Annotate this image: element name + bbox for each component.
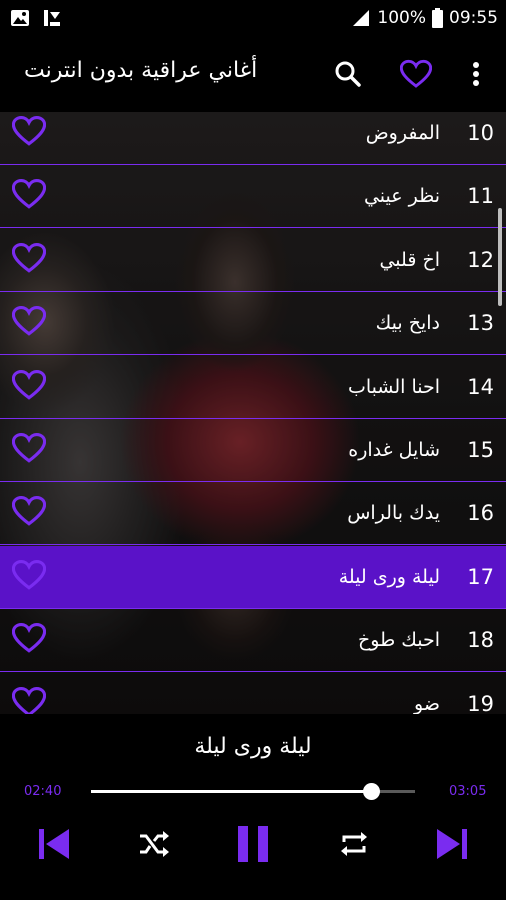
more-vert-icon: [473, 62, 479, 86]
favorite-heart-icon: [400, 59, 432, 88]
song-row[interactable]: احبك طوخ 18: [0, 609, 506, 673]
song-row[interactable]: ليلة ورى ليلة 17: [0, 545, 506, 609]
song-title: ضو: [414, 692, 440, 714]
search-icon: [335, 61, 361, 87]
pause-button[interactable]: [233, 824, 273, 864]
favorite-heart-icon[interactable]: [11, 242, 48, 278]
player-panel: ليلة ورى ليلة 02:40 03:05: [0, 714, 506, 900]
seek-bar[interactable]: [91, 783, 415, 800]
song-title: يدك بالراس: [347, 502, 440, 525]
song-row[interactable]: دايخ بيك 13: [0, 292, 506, 356]
song-number: 12: [467, 247, 494, 272]
favorite-heart-icon[interactable]: [11, 495, 48, 531]
scrollbar[interactable]: [498, 208, 502, 306]
app-title: أغاني عراقية بدون انترنت: [24, 58, 258, 83]
song-row[interactable]: اخ قلبي 12: [0, 229, 506, 292]
battery-icon: [432, 8, 443, 28]
elapsed-time: 02:40: [24, 784, 62, 799]
song-row[interactable]: المفروض 10: [0, 112, 506, 165]
now-playing-title: ليلة ورى ليلة: [194, 734, 312, 759]
favorite-heart-icon[interactable]: [11, 369, 48, 405]
favorite-heart-icon[interactable]: [11, 178, 48, 214]
status-right: 100% 09:55: [353, 8, 498, 28]
pause-icon: [238, 826, 268, 862]
status-bar: 100% 09:55: [0, 0, 506, 36]
favorite-heart-icon[interactable]: [11, 115, 48, 151]
more-options-button[interactable]: [458, 56, 494, 92]
app-bar: أغاني عراقية بدون انترنت: [0, 36, 506, 112]
song-title: نظر عيني: [363, 185, 440, 208]
song-number: 13: [467, 311, 494, 336]
song-number: 14: [467, 374, 494, 399]
song-title: احنا الشباب: [347, 375, 440, 398]
total-duration: 03:05: [449, 784, 487, 799]
shuffle-icon: [140, 831, 169, 857]
skip-next-icon: [437, 829, 467, 859]
song-row[interactable]: شايل غداره 15: [0, 419, 506, 482]
song-title: ليلة ورى ليلة: [338, 565, 440, 588]
signal-icon: [353, 10, 370, 26]
next-button[interactable]: [432, 824, 472, 864]
gallery-notification-icon: [11, 10, 29, 26]
favorite-heart-icon[interactable]: [11, 622, 48, 658]
repeat-button[interactable]: [336, 824, 372, 864]
favorite-heart-icon[interactable]: [11, 559, 48, 595]
song-title: المفروض: [365, 122, 440, 144]
song-row[interactable]: احنا الشباب 14: [0, 356, 506, 419]
favorite-heart-icon[interactable]: [11, 432, 48, 468]
battery-percent: 100%: [377, 8, 426, 28]
song-number: 17: [467, 564, 494, 589]
favorite-heart-icon[interactable]: [11, 305, 48, 341]
song-row[interactable]: يدك بالراس 16: [0, 482, 506, 546]
skip-previous-icon: [39, 829, 69, 859]
song-row[interactable]: ضو 19: [0, 673, 506, 714]
status-left: [10, 9, 62, 27]
favorite-heart-icon[interactable]: [11, 686, 48, 714]
download-notification-icon: [44, 10, 60, 26]
search-button[interactable]: [330, 56, 366, 92]
song-title: شايل غداره: [348, 439, 440, 461]
song-number: 16: [467, 501, 494, 526]
repeat-icon: [341, 832, 367, 856]
song-title: اخ قلبي: [379, 248, 440, 271]
clock: 09:55: [449, 8, 498, 28]
song-number: 18: [467, 628, 494, 653]
song-number: 10: [467, 121, 494, 145]
song-number: 15: [467, 438, 494, 462]
song-list[interactable]: المفروض 10 نظر عيني 11 اخ قلبي 12 دايخ بيك 13 اح…: [0, 112, 506, 714]
favorites-button[interactable]: [398, 56, 434, 92]
song-title: دايخ بيك: [375, 312, 440, 335]
seek-progress: [91, 790, 372, 793]
song-number: 11: [467, 184, 494, 209]
previous-button[interactable]: [34, 824, 74, 864]
song-title: احبك طوخ: [357, 629, 440, 652]
song-number: 19: [467, 691, 494, 714]
song-row[interactable]: نظر عيني 11: [0, 165, 506, 229]
seek-thumb[interactable]: [363, 783, 381, 800]
shuffle-button[interactable]: [136, 824, 172, 864]
